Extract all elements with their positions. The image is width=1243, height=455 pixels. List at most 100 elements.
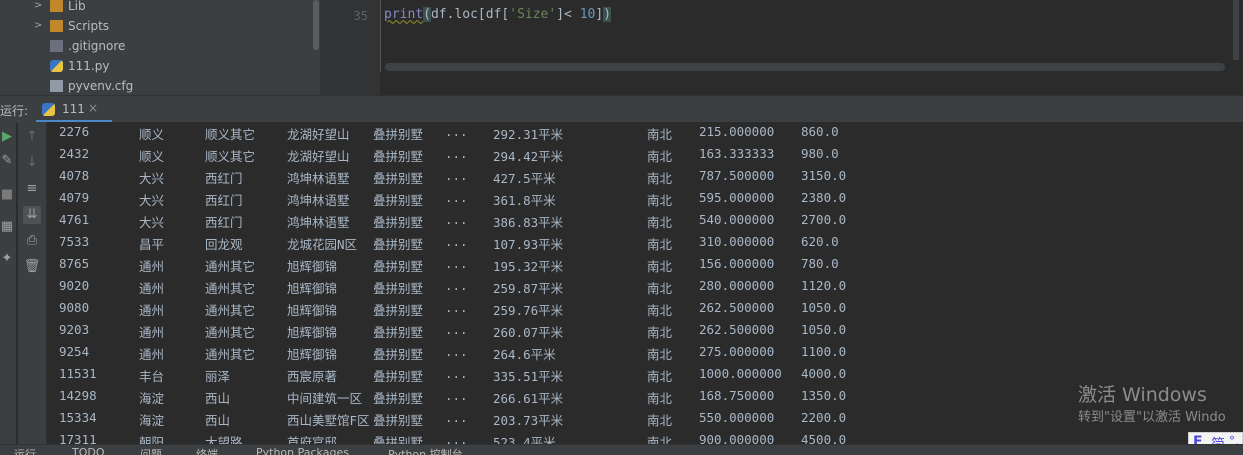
console-cell-row-index: 2276 bbox=[59, 124, 90, 139]
console-cell-ellipsis: ... bbox=[445, 410, 468, 425]
tree-scrollbar-thumb[interactable] bbox=[313, 0, 319, 50]
tree-scrollbar[interactable] bbox=[312, 0, 320, 95]
tree-item-label: .gitignore bbox=[68, 39, 126, 53]
editor-horizontal-scrollbar[interactable] bbox=[385, 63, 1225, 71]
console-cell-unit-price: 168.750000 bbox=[699, 388, 775, 403]
layout-icon[interactable]: ▦ bbox=[0, 218, 16, 236]
console-cell-community: 旭辉御锦 bbox=[287, 259, 338, 274]
arrow-up-icon[interactable]: ↑ bbox=[23, 128, 41, 146]
console-cell-orientation: 南北 bbox=[647, 435, 673, 444]
console-cell-district: 昌平 bbox=[139, 237, 165, 252]
code-string: 'Size' bbox=[509, 7, 557, 22]
arrow-down-icon[interactable]: ↓ bbox=[23, 154, 41, 172]
wrench-icon[interactable]: ✎ bbox=[0, 152, 16, 170]
console-cell-size: 427.5平米 bbox=[493, 171, 556, 186]
console-cell-row-index: 9203 bbox=[59, 322, 90, 337]
console-cell-unit-price: 900.000000 bbox=[699, 432, 775, 444]
console-cell-house-type: 叠拼别墅 bbox=[373, 259, 424, 274]
console-cell-area: 大望路 bbox=[205, 435, 243, 444]
console-cell-total-price: 980.0 bbox=[801, 146, 839, 161]
console-cell-row-index: 4078 bbox=[59, 168, 90, 183]
soft-wrap-icon[interactable]: ≡ bbox=[23, 180, 41, 198]
console-cell-house-type: 叠拼别墅 bbox=[373, 193, 424, 208]
console-row: 7533 昌平 回龙观 龙城花园N区 叠拼别墅... 107.93平米 南北 310.0000… bbox=[47, 232, 1243, 254]
console-cell-unit-price: 262.500000 bbox=[699, 322, 775, 337]
python-icon bbox=[42, 103, 55, 116]
console-cell-orientation: 南北 bbox=[647, 281, 673, 296]
console-cell-orientation: 南北 bbox=[647, 171, 673, 186]
console-cell-size: 523.4平米 bbox=[493, 435, 556, 444]
console-cell-community: 西山美墅馆F区 bbox=[287, 413, 370, 428]
console-cell-unit-price: 262.500000 bbox=[699, 300, 775, 315]
console-cell-district: 通州 bbox=[139, 347, 165, 362]
code-paren-open: ( bbox=[423, 7, 431, 22]
console-cell-area: 通州其它 bbox=[205, 347, 256, 362]
console-cell-size: 259.76平米 bbox=[493, 303, 564, 318]
console-cell-house-type: 叠拼别墅 bbox=[373, 347, 424, 362]
console-cell-community: 旭辉御锦 bbox=[287, 325, 338, 340]
line-number: 35 bbox=[353, 9, 368, 23]
line-number-gutter: 35 bbox=[320, 0, 380, 95]
config-file-icon bbox=[50, 80, 63, 92]
console-cell-community: 西宸原著 bbox=[287, 369, 338, 384]
chevron-right-icon[interactable]: > bbox=[34, 16, 42, 36]
console-cell-total-price: 1100.0 bbox=[801, 344, 847, 359]
chevron-right-icon[interactable]: > bbox=[34, 0, 42, 16]
console-cell-total-price: 2200.0 bbox=[801, 410, 847, 425]
console-cell-orientation: 南北 bbox=[647, 369, 673, 384]
console-cell-orientation: 南北 bbox=[647, 259, 673, 274]
tree-item-gitignore[interactable]: .gitignore bbox=[0, 36, 300, 56]
tree-item-111-py[interactable]: 111.py bbox=[0, 56, 300, 76]
console-cell-unit-price: 787.500000 bbox=[699, 168, 775, 183]
play-icon[interactable]: ▶ bbox=[0, 128, 16, 146]
console-cell-ellipsis: ... bbox=[445, 432, 468, 444]
scroll-to-end-icon[interactable]: ⇊ bbox=[23, 206, 41, 224]
console-cell-unit-price: 275.000000 bbox=[699, 344, 775, 359]
code-editor[interactable]: 35 print(df.loc[df['Size']< 10]) bbox=[320, 0, 1243, 95]
console-cell-orientation: 南北 bbox=[647, 347, 673, 362]
console-cell-unit-price: 215.000000 bbox=[699, 124, 775, 139]
console-cell-district: 通州 bbox=[139, 259, 165, 274]
pin-icon[interactable]: ✦ bbox=[0, 250, 16, 268]
stop-icon[interactable]: ■ bbox=[0, 186, 16, 204]
close-icon[interactable]: × bbox=[88, 101, 98, 115]
tree-item-pyvenv-cfg[interactable]: pyvenv.cfg bbox=[0, 76, 300, 95]
console-row: 2432 顺义 顺义其它 龙湖好望山 叠拼别墅... 294.42平米 南北 163.3333… bbox=[47, 144, 1243, 166]
console-cell-total-price: 3150.0 bbox=[801, 168, 847, 183]
console-output[interactable]: 2276 顺义 顺义其它 龙湖好望山 叠拼别墅... 292.31平米 南北 215.0000… bbox=[47, 122, 1243, 444]
console-cell-community: 鸿坤林语墅 bbox=[287, 171, 350, 186]
console-cell-area: 西山 bbox=[205, 391, 231, 406]
windows-activation-subtitle: 转到"设置"以激活 Windo bbox=[1078, 410, 1226, 425]
tree-item-scripts[interactable]: > Scripts bbox=[0, 16, 300, 36]
console-cell-total-price: 1050.0 bbox=[801, 300, 847, 315]
print-icon[interactable]: ⎙ bbox=[23, 232, 41, 250]
code-line[interactable]: print(df.loc[df['Size']< 10]) bbox=[384, 7, 612, 22]
console-cell-size: 266.61平米 bbox=[493, 391, 564, 406]
editor-vertical-scrollbar[interactable] bbox=[1233, 0, 1239, 60]
console-cell-unit-price: 156.000000 bbox=[699, 256, 775, 271]
console-cell-size: 361.8平米 bbox=[493, 193, 556, 208]
python-file-icon bbox=[50, 60, 63, 72]
run-toolbar-primary: ▶ ✎ ■ ▦ ✦ bbox=[0, 122, 16, 444]
console-cell-row-index: 11531 bbox=[59, 366, 97, 381]
console-cell-community: 龙湖好望山 bbox=[287, 127, 350, 142]
console-cell-community: 鸿坤林语墅 bbox=[287, 193, 350, 208]
console-cell-area: 顺义其它 bbox=[205, 149, 256, 164]
console-row: 4078 大兴 西红门 鸿坤林语墅 叠拼别墅... 427.5平米 南北 787.500000… bbox=[47, 166, 1243, 188]
console-cell-ellipsis: ... bbox=[445, 344, 468, 359]
tree-item-lib[interactable]: > Lib bbox=[0, 0, 300, 16]
trash-icon[interactable]: 🗑 bbox=[23, 258, 41, 276]
run-tab-111[interactable]: 111 × bbox=[36, 96, 112, 123]
console-cell-house-type: 叠拼别墅 bbox=[373, 237, 424, 252]
windows-activation-title: 激活 Windows bbox=[1078, 384, 1207, 406]
console-row: 14298 海淀 西山 中间建筑一区 叠拼别墅... 266.61平米 南北 168.7500… bbox=[47, 386, 1243, 408]
console-row: 15334 海淀 西山 西山美墅馆F区 叠拼别墅... 203.73平米 南北 550.000… bbox=[47, 408, 1243, 430]
console-cell-area: 通州其它 bbox=[205, 303, 256, 318]
run-tool-window-header: 运行: 111 × bbox=[0, 95, 1243, 123]
console-cell-total-price: 620.0 bbox=[801, 234, 839, 249]
console-cell-area: 回龙观 bbox=[205, 237, 243, 252]
console-cell-district: 顺义 bbox=[139, 127, 165, 142]
tree-item-label: Scripts bbox=[68, 19, 110, 33]
console-cell-orientation: 南北 bbox=[647, 391, 673, 406]
gutter-divider bbox=[380, 0, 381, 72]
